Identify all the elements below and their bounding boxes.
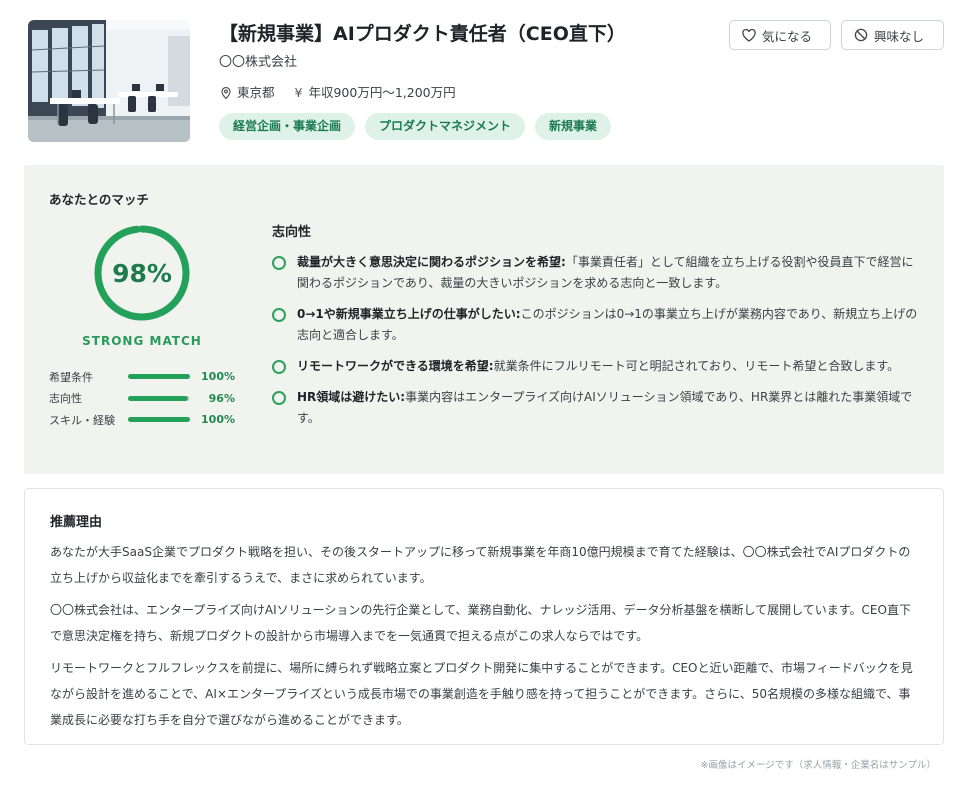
job-actions: 気になる 興味なし [729, 20, 944, 50]
breakdown-bar-fill [128, 417, 190, 423]
recommendation-card: 推薦理由 あなたが大手SaaS企業でプロダクト戦略を担い、その後スタートアップに… [24, 488, 944, 745]
like-label: 気になる [762, 28, 813, 44]
breakdown-value: 96% [208, 391, 235, 405]
orientation-section: 志向性 裁量が大きく意思決定に関わるポジションを希望:「事業責任者」として組織を… [272, 221, 920, 439]
prohibited-icon [854, 28, 868, 42]
breakdown-row: 希望条件 100% [49, 366, 239, 388]
tag[interactable]: プロダクトマネジメント [365, 113, 526, 140]
reason-item: HR領域は避けたい:事業内容はエンタープライズ向けAIソリューション領域であり、… [272, 387, 920, 429]
like-button[interactable]: 気になる [729, 20, 831, 50]
reason-head: リモートワークができる環境を希望: [297, 359, 494, 373]
reason-text: 就業条件にフルリモート可と明記されており、リモート希望と合致します。 [493, 359, 900, 373]
breakdown-label: 希望条件 [49, 370, 93, 384]
breakdown-label: スキル・経験 [49, 413, 115, 427]
reason-item: リモートワークができる環境を希望:就業条件にフルリモート可と明記されており、リモ… [272, 356, 920, 377]
match-breakdown: 希望条件 100% 志向性 96% スキル・経験 100% [49, 366, 239, 431]
tag[interactable]: 新規事業 [535, 113, 612, 140]
company-name: 〇〇株式会社 [219, 55, 298, 70]
check-circle-icon [272, 360, 286, 374]
location-pin-icon [219, 86, 233, 100]
breakdown-bar-fill [128, 395, 188, 401]
reason-item: 裁量が大きく意思決定に関わるポジションを希望:「事業責任者」として組織を立ち上げ… [272, 252, 920, 294]
office-photo [28, 20, 190, 142]
breakdown-row: スキル・経験 100% [49, 409, 239, 431]
check-circle-icon [272, 391, 286, 405]
heart-icon [742, 28, 756, 42]
not-interested-button[interactable]: 興味なし [841, 20, 944, 50]
yen-icon: ¥ [294, 85, 303, 100]
recommendation-body: あなたが大手SaaS企業でプロダクト戦略を担い、その後スタートアップに移って新規… [50, 539, 922, 739]
job-salary: 年収900万円〜1,200万円 [308, 85, 456, 100]
reason-head: 裁量が大きく意思決定に関わるポジションを希望: [297, 255, 566, 269]
job-title[interactable]: 【新規事業】AIプロダクト責任者（CEO直下） [219, 20, 699, 48]
orientation-title: 志向性 [272, 225, 312, 240]
tag[interactable]: 経営企画・事業企画 [219, 113, 356, 140]
breakdown-value: 100% [201, 370, 235, 384]
match-percent: 98% [112, 258, 172, 288]
reason-head: 0→1や新規事業立ち上げの仕事がしたい: [297, 307, 521, 321]
breakdown-bar-fill [128, 374, 190, 380]
recommendation-paragraph: 〇〇株式会社は、エンタープライズ向けAIソリューションの先行企業として、業務自動… [50, 603, 911, 643]
job-header: 【新規事業】AIプロダクト責任者（CEO直下） 〇〇株式会社 東京都 ¥ 年収9… [28, 20, 944, 144]
match-title: あなたとのマッチ [49, 192, 149, 207]
reason-item: 0→1や新規事業立ち上げの仕事がしたい:このポジションは0→1の事業立ち上げが業… [272, 304, 920, 346]
job-meta: 東京都 ¥ 年収900万円〜1,200万円 [219, 83, 699, 103]
breakdown-label: 志向性 [49, 392, 82, 406]
match-gauge: 98% [92, 223, 192, 323]
match-level: STRONG MATCH [82, 334, 202, 348]
match-panel: あなたとのマッチ 98% STRONG MATCH 希望条件 100% 志向性 … [24, 165, 944, 474]
reason-head: HR領域は避けたい: [297, 390, 406, 404]
breakdown-row: 志向性 96% [49, 388, 239, 410]
breakdown-bar [128, 374, 190, 380]
image-disclaimer: ※画像はイメージです（求人情報・企業名はサンプル） [700, 760, 937, 771]
breakdown-bar [128, 417, 190, 423]
recommendation-title: 推薦理由 [50, 515, 103, 530]
job-location: 東京都 [237, 85, 275, 100]
not-interested-label: 興味なし [874, 28, 925, 44]
job-info: 【新規事業】AIプロダクト責任者（CEO直下） 〇〇株式会社 東京都 ¥ 年収9… [219, 20, 699, 140]
check-circle-icon [272, 256, 286, 270]
breakdown-bar [128, 395, 190, 401]
recommendation-paragraph: リモートワークとフルフレックスを前提に、場所に縛られず戦略立案とプロダクト開発に… [50, 661, 913, 727]
breakdown-value: 100% [201, 413, 235, 427]
job-tags: 経営企画・事業企画 プロダクトマネジメント 新規事業 [219, 113, 699, 140]
check-circle-icon [272, 308, 286, 322]
recommendation-paragraph: あなたが大手SaaS企業でプロダクト戦略を担い、その後スタートアップに移って新規… [50, 545, 911, 585]
